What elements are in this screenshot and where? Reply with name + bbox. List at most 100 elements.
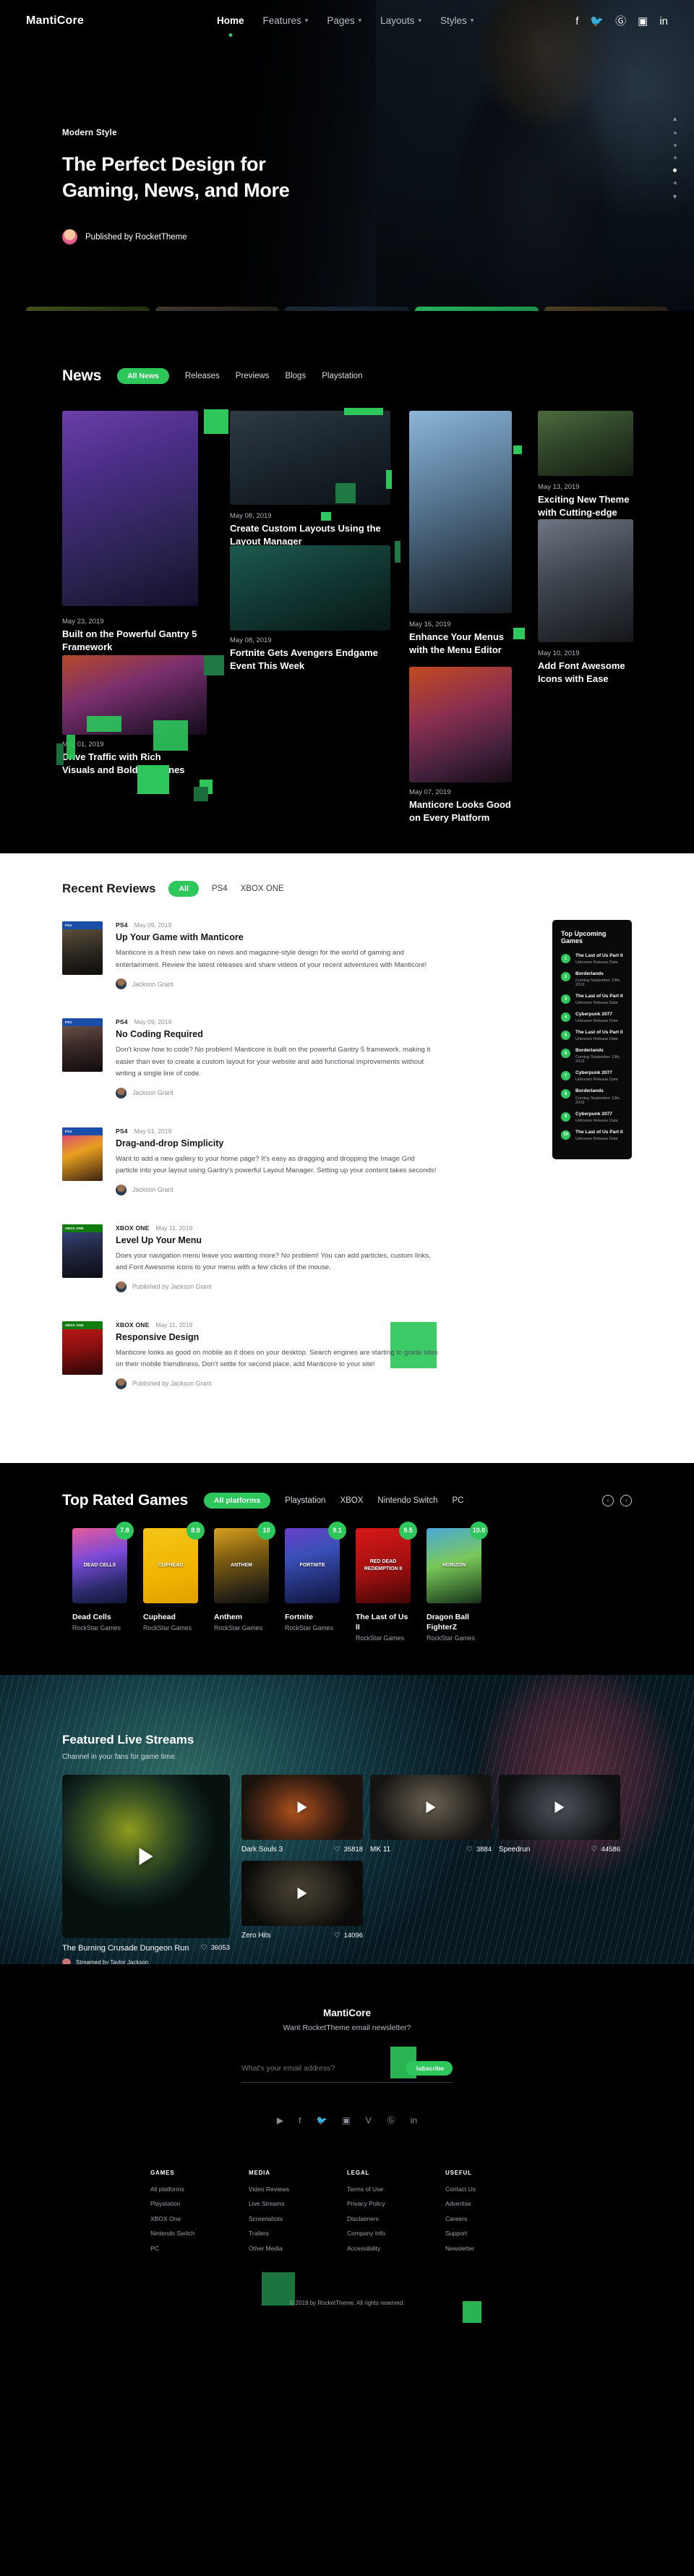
footer-link[interactable]: Accessibility — [347, 2245, 445, 2252]
footer-link[interactable]: Support — [445, 2230, 544, 2237]
github-icon[interactable]: Ⓖ — [387, 2116, 395, 2125]
footer-link[interactable]: Disclaimers — [347, 2215, 445, 2222]
footer-link[interactable]: Terms of Use — [347, 2185, 445, 2193]
play-icon[interactable] — [555, 1801, 565, 1813]
news-item-title[interactable]: Manticore Looks Good on Every Platform — [409, 798, 525, 824]
hero-card-4[interactable]: The Perfect Design for Gaming, News, and… — [415, 307, 539, 311]
upcoming-item[interactable]: 8BorderlandsComing September 13th, 2019 — [561, 1088, 623, 1104]
upcoming-item[interactable]: 7Cyberpunk 2077Unknown Release Date — [561, 1070, 623, 1082]
hero-card-3[interactable]: Animated Particles Bring Your Website to… — [285, 307, 408, 311]
twitter-icon[interactable]: 🐦 — [316, 2116, 327, 2125]
rated-game-card[interactable]: FORTNITE9.1FortniteRockStar Games — [285, 1528, 340, 1642]
news-thumbnail[interactable] — [230, 411, 390, 505]
review-filter-xbox-one[interactable]: XBOX ONE — [241, 884, 284, 893]
stream-card[interactable]: Speedrun♡44586 — [499, 1775, 620, 1854]
review-cover[interactable]: XBOX ONE — [62, 1321, 103, 1375]
play-icon[interactable] — [298, 1801, 307, 1813]
footer-link[interactable]: Video Reviews — [249, 2185, 347, 2193]
footer-link[interactable]: Other Media — [249, 2245, 347, 2252]
hero-card-5[interactable]: Publish Rated Reviews with Brilliant Sco… — [544, 307, 668, 311]
stream-card[interactable]: Dark Souls 3♡35818 — [241, 1775, 363, 1854]
hero-card-1[interactable]: Take Your Website to the Next Level with… — [26, 307, 150, 311]
instagram-icon[interactable]: ▣ — [342, 2116, 350, 2125]
review-title[interactable]: Responsive Design — [116, 1332, 438, 1342]
nav-item-pages[interactable]: Pages▾ — [327, 15, 361, 27]
upcoming-item[interactable]: 9Cyberpunk 2077Unknown Release Date — [561, 1112, 623, 1123]
nav-item-features[interactable]: Features▾ — [263, 15, 309, 27]
news-item-title[interactable]: Add Font Awesome Icons with Ease — [538, 660, 639, 686]
upcoming-item[interactable]: 10The Last of Us Part IIUnknown Release … — [561, 1130, 623, 1141]
review-filter-ps4[interactable]: PS4 — [212, 884, 228, 893]
upcoming-item[interactable]: 4Cyberpunk 2077Unknown Release Date — [561, 1012, 623, 1023]
news-item-title[interactable]: Enhance Your Menus with the Menu Editor — [409, 631, 518, 657]
chevron-down-icon[interactable]: ▼ — [672, 194, 678, 200]
instagram-icon[interactable]: ▣ — [638, 16, 648, 27]
footer-link[interactable]: Trailers — [249, 2230, 347, 2237]
stream-thumbnail[interactable] — [241, 1775, 363, 1840]
rated-game-card[interactable]: HORIZON10.0Dragon Ball FighterZRockStar … — [427, 1528, 481, 1642]
footer-link[interactable]: All platforms — [150, 2185, 249, 2193]
prev-arrow-icon[interactable]: ‹ — [602, 1495, 614, 1506]
youtube-icon[interactable]: ▶ — [277, 2116, 283, 2125]
news-thumbnail[interactable] — [409, 411, 512, 613]
review-cover[interactable]: XBOX ONE — [62, 1224, 103, 1278]
footer-link[interactable]: Advertise — [445, 2200, 544, 2207]
rated-filter-pc[interactable]: PC — [453, 1496, 464, 1505]
linkedin-icon[interactable]: in — [411, 2116, 417, 2125]
news-item-title[interactable]: Drive Traffic with Rich Visuals and Bold… — [62, 751, 192, 777]
footer-link[interactable]: Screenshots — [249, 2215, 347, 2222]
news-filter-releases[interactable]: Releases — [185, 372, 220, 380]
nav-item-home[interactable]: Home — [217, 15, 244, 27]
next-arrow-icon[interactable]: › — [620, 1495, 632, 1506]
rated-filter-all-platforms[interactable]: All platforms — [204, 1493, 270, 1509]
email-field[interactable] — [241, 2064, 406, 2073]
facebook-icon[interactable]: f — [575, 16, 578, 27]
rated-filter-xbox[interactable]: XBOX — [340, 1496, 363, 1505]
nav-item-layouts[interactable]: Layouts▾ — [380, 15, 421, 27]
news-filter-previews[interactable]: Previews — [236, 372, 270, 380]
news-item-title[interactable]: Fortnite Gets Avengers Endgame Event Thi… — [230, 647, 382, 673]
rated-game-card[interactable]: ANTHEM10AnthemRockStar Games — [214, 1528, 269, 1642]
hero-dot-4[interactable] — [673, 169, 677, 172]
site-logo[interactable]: MantiCore — [26, 14, 84, 27]
upcoming-item[interactable]: 3The Last of Us Part IIUnknown Release D… — [561, 994, 623, 1005]
news-thumbnail[interactable] — [538, 519, 633, 642]
news-thumbnail[interactable] — [409, 667, 512, 782]
facebook-icon[interactable]: f — [299, 2116, 301, 2125]
rated-game-card[interactable]: DEAD CELLS7.8Dead CellsRockStar Games — [72, 1528, 127, 1642]
nav-item-styles[interactable]: Styles▾ — [440, 15, 474, 27]
hero-dot-3[interactable] — [674, 156, 677, 159]
hero-dot-1[interactable] — [674, 132, 677, 135]
review-cover[interactable]: PS4 — [62, 1127, 103, 1181]
chevron-up-icon[interactable]: ▲ — [672, 116, 678, 122]
vimeo-icon[interactable]: V — [366, 2116, 372, 2125]
github-icon[interactable]: Ⓖ — [615, 16, 626, 27]
hero-dot-5[interactable] — [674, 182, 677, 184]
upcoming-item[interactable]: 5The Last of Us Part IIUnknown Release D… — [561, 1030, 623, 1041]
footer-link[interactable]: Company Info — [347, 2230, 445, 2237]
review-title[interactable]: Drag-and-drop Simplicity — [116, 1138, 438, 1148]
play-icon[interactable] — [427, 1801, 436, 1813]
news-filter-blogs[interactable]: Blogs — [285, 372, 306, 380]
review-title[interactable]: No Coding Required — [116, 1029, 438, 1039]
play-icon[interactable] — [140, 1848, 153, 1865]
review-title[interactable]: Up Your Game with Manticore — [116, 932, 438, 942]
upcoming-item[interactable]: 2BorderlandsComing September 13th, 2019 — [561, 971, 623, 987]
stream-card[interactable]: MK 11♡3884 — [370, 1775, 492, 1854]
rated-game-card[interactable]: CUPHEAD8.9CupheadRockStar Games — [143, 1528, 198, 1642]
hero-card-2[interactable]: Drive Traffic with Rich Visuals and Bold… — [155, 307, 279, 311]
news-thumbnail[interactable] — [538, 411, 633, 476]
stream-thumbnail[interactable] — [499, 1775, 620, 1840]
review-cover[interactable]: PS4 — [62, 1018, 103, 1072]
footer-link[interactable]: Live Streams — [249, 2200, 347, 2207]
news-thumbnail[interactable] — [62, 411, 198, 606]
twitter-icon[interactable]: 🐦 — [590, 16, 604, 27]
news-filter-playstation[interactable]: Playstation — [322, 372, 362, 380]
footer-link[interactable]: XBOX One — [150, 2215, 249, 2222]
hero-dot-2[interactable] — [674, 144, 677, 147]
upcoming-item[interactable]: 6BorderlandsComing September 13th, 2019 — [561, 1048, 623, 1064]
footer-link[interactable]: Newsletter — [445, 2245, 544, 2252]
review-title[interactable]: Level Up Your Menu — [116, 1235, 438, 1245]
review-cover[interactable]: PS4 — [62, 921, 103, 975]
news-item-title[interactable]: Create Custom Layouts Using the Layout M… — [230, 522, 382, 548]
